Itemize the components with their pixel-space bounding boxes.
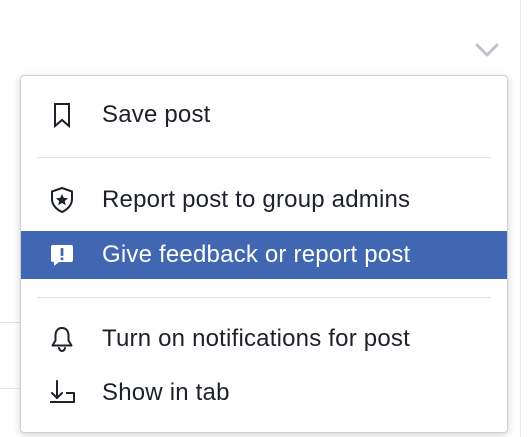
menu-divider bbox=[37, 157, 491, 158]
chevron-down-icon[interactable] bbox=[470, 38, 504, 64]
background-divider bbox=[520, 0, 521, 437]
menu-item-turn-on-notifications[interactable]: Turn on notifications for post bbox=[21, 315, 507, 363]
menu-divider bbox=[37, 297, 491, 298]
menu-item-label: Show in tab bbox=[102, 379, 230, 406]
bookmark-icon bbox=[47, 100, 77, 130]
menu-item-show-in-tab[interactable]: Show in tab bbox=[21, 369, 507, 417]
download-tab-icon bbox=[47, 378, 77, 408]
bell-icon bbox=[47, 324, 77, 354]
menu-item-label: Turn on notifications for post bbox=[102, 325, 410, 352]
menu-item-label: Report post to group admins bbox=[102, 186, 411, 213]
post-options-menu: Save post Report post to group admins Gi… bbox=[20, 75, 508, 433]
menu-item-give-feedback[interactable]: Give feedback or report post bbox=[21, 231, 507, 279]
menu-item-label: Give feedback or report post bbox=[102, 241, 411, 268]
menu-item-report-to-admins[interactable]: Report post to group admins bbox=[21, 176, 507, 224]
background-divider bbox=[0, 388, 20, 389]
menu-item-save-post[interactable]: Save post bbox=[21, 91, 507, 139]
background-divider bbox=[0, 322, 20, 323]
feedback-exclamation-icon bbox=[47, 240, 77, 270]
menu-item-label: Save post bbox=[102, 101, 211, 128]
shield-star-icon bbox=[47, 185, 77, 215]
